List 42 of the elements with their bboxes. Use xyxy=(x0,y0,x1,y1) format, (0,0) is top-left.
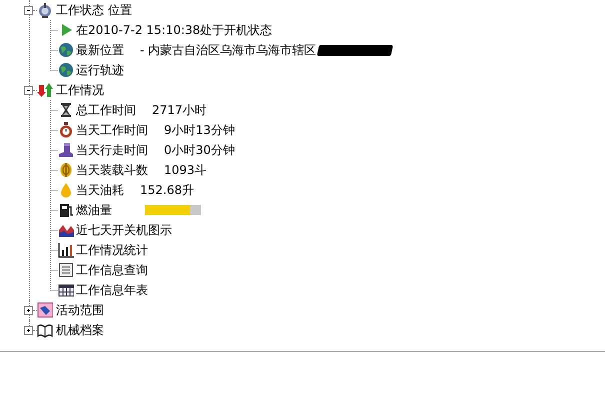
tree-item[interactable]: 活动范围 xyxy=(56,302,104,318)
tree-item[interactable]: 工作情况统计 xyxy=(76,242,148,258)
expand-toggle[interactable] xyxy=(24,326,33,334)
tree-item[interactable]: 机械档案 xyxy=(56,322,104,338)
expand-toggle[interactable] xyxy=(24,306,33,314)
satellite-icon xyxy=(37,2,53,18)
stopwatch-icon xyxy=(58,122,74,138)
tree-item[interactable]: 当天工作时间 xyxy=(76,122,148,138)
tree-item[interactable]: 总工作时间 xyxy=(76,102,136,118)
tree-item[interactable]: 当天油耗 xyxy=(76,182,124,198)
collapse-toggle[interactable] xyxy=(24,6,33,14)
tree-item[interactable]: 工作情况 xyxy=(56,82,104,98)
tree-item[interactable]: 当天装载斗数 xyxy=(76,162,148,178)
value-text: - 内蒙古自治区乌海市乌海市辖区 xyxy=(140,42,316,58)
tree-item[interactable]: 最新位置 xyxy=(76,42,124,58)
tree-item[interactable]: 当天行走时间 xyxy=(76,142,148,158)
boot-icon xyxy=(58,142,74,158)
globe-icon xyxy=(58,42,74,58)
tree-item[interactable]: 工作状态 位置 xyxy=(56,2,132,18)
tree-item[interactable]: 工作信息查询 xyxy=(76,262,148,278)
tree-item[interactable]: 在2010-7-2 15:10:38处于开机状态 xyxy=(76,22,272,38)
calendar-icon xyxy=(58,282,74,298)
tree-item[interactable]: 燃油量 xyxy=(76,202,112,218)
tree-item[interactable]: 运行轨迹 xyxy=(76,62,124,78)
value-text: 152.68升 xyxy=(140,182,194,198)
bar-chart-icon xyxy=(58,242,74,258)
tree-item[interactable]: 近七天开关机图示 xyxy=(76,222,172,238)
fuel-pump-icon xyxy=(58,202,74,218)
collapse-toggle[interactable] xyxy=(24,86,33,94)
hourglass-icon xyxy=(58,102,74,118)
value-text: 1093斗 xyxy=(164,162,207,178)
value-text: 2717小时 xyxy=(152,102,207,118)
form-icon xyxy=(58,262,74,278)
oil-drop-icon xyxy=(58,182,74,198)
map-icon xyxy=(37,302,53,318)
open-book-icon xyxy=(37,322,53,338)
globe-icon xyxy=(58,62,74,78)
value-text: 9小时13分钟 xyxy=(164,122,235,138)
up-down-arrows-icon xyxy=(37,82,53,98)
value-text: 0小时30分钟 xyxy=(164,142,235,158)
coin-icon xyxy=(58,162,74,178)
tree-item[interactable]: 工作信息年表 xyxy=(76,282,148,298)
